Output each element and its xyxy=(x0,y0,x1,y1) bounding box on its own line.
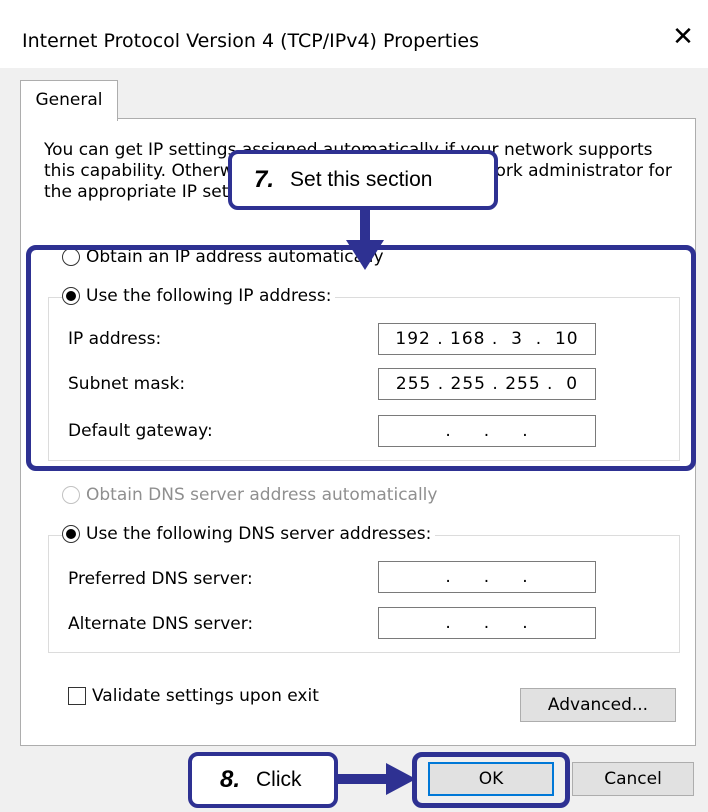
step7-text: Set this section xyxy=(290,168,433,191)
step8-text: Click xyxy=(256,768,302,791)
annotation-arrows xyxy=(336,208,416,795)
arrow-step7-icon xyxy=(346,208,384,270)
step8-callout: 8. Click xyxy=(188,752,338,808)
step8-number: 8. xyxy=(220,766,241,793)
arrow-step8-icon xyxy=(336,763,416,795)
step7-number: 7. xyxy=(254,166,275,193)
step7-callout: 7. Set this section xyxy=(228,150,498,210)
tab-general[interactable]: General xyxy=(20,80,118,121)
